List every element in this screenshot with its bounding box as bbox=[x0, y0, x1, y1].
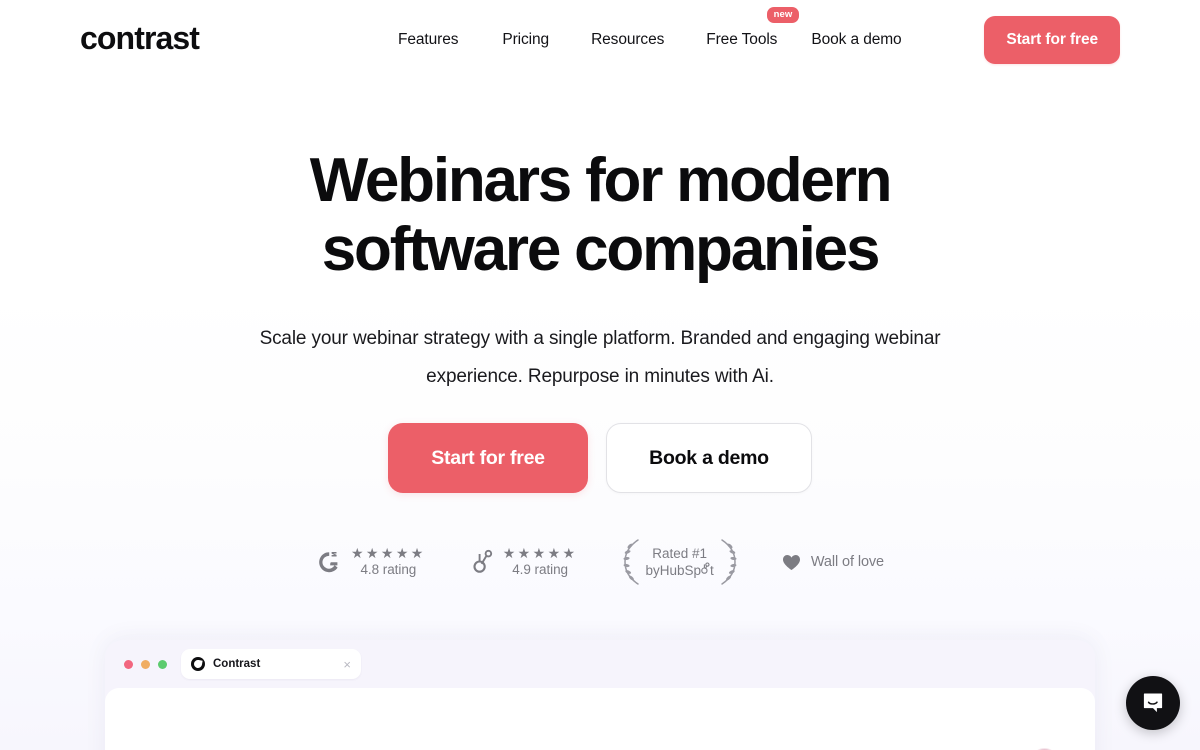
g2-stars: ★★★★★ bbox=[350, 545, 426, 561]
product-browser-mockup: Contrast × Growth Talks bbox=[105, 640, 1095, 750]
intercom-chat-button[interactable] bbox=[1126, 676, 1180, 730]
award-text: Rated #1 by HubSp t bbox=[646, 545, 714, 579]
g2-logo-icon bbox=[316, 549, 342, 575]
header-start-for-free-button[interactable]: Start for free bbox=[984, 16, 1120, 64]
proof-g2[interactable]: ★★★★★ 4.8 rating bbox=[316, 546, 426, 578]
brand-logo-text: contrast bbox=[80, 20, 200, 56]
hero-title: Webinars for modern software companies bbox=[0, 150, 1200, 281]
hero-start-for-free-button[interactable]: Start for free bbox=[388, 423, 588, 493]
hero-book-a-demo-button[interactable]: Book a demo bbox=[606, 423, 812, 493]
browser-tab-title: Contrast bbox=[213, 658, 261, 670]
brand-logo[interactable]: contrast bbox=[80, 20, 200, 56]
browser-tab-contrast[interactable]: Contrast × bbox=[181, 649, 361, 679]
g2-rating-label: 4.8 rating bbox=[360, 562, 417, 577]
laurel-left-icon bbox=[622, 538, 642, 586]
wall-of-love-link[interactable]: Wall of love bbox=[782, 554, 884, 571]
nav-item-resources-label: Resources bbox=[591, 31, 665, 48]
site-header: contrast Features Pricing Resources Free… bbox=[0, 0, 1200, 80]
hero-title-line-1: Webinars for modern bbox=[309, 146, 893, 215]
nav-item-resources[interactable]: Resources bbox=[591, 28, 664, 52]
nav-item-book-a-demo[interactable]: Book a demo bbox=[811, 28, 901, 52]
nav-item-book-a-demo-label: Book a demo bbox=[811, 31, 902, 48]
laurel-right-icon bbox=[718, 538, 738, 586]
close-tab-icon[interactable]: × bbox=[343, 658, 351, 671]
nav-item-free-tools[interactable]: Free Tools new bbox=[706, 7, 800, 52]
award-line-2-suffix: t bbox=[710, 563, 714, 578]
proof-award-rated-1[interactable]: Rated #1 by HubSp t bbox=[622, 538, 738, 586]
mockup-app-viewport: Growth Talks bbox=[105, 688, 1095, 750]
award-line-2: by HubSp t bbox=[646, 562, 714, 579]
hero-title-line-2: software companies bbox=[321, 215, 881, 284]
mockup-titlebar: Contrast × bbox=[105, 640, 1095, 688]
new-badge: new bbox=[766, 7, 800, 23]
minimize-window-dot-icon[interactable] bbox=[141, 659, 150, 669]
nav-item-pricing-label: Pricing bbox=[502, 31, 550, 48]
social-proof-row: ★★★★★ 4.8 rating ★★★★★ 4.9 rating Rated … bbox=[0, 538, 1200, 586]
nav-item-free-tools-label: Free Tools bbox=[706, 31, 778, 48]
page-root: contrast Features Pricing Resources Free… bbox=[0, 0, 1200, 750]
award-line-2-brand: HubSp bbox=[659, 563, 702, 578]
hubspot-sprocket-icon bbox=[701, 562, 710, 574]
nav-item-pricing[interactable]: Pricing bbox=[502, 28, 549, 52]
award-line-2-prefix: by bbox=[645, 563, 660, 578]
close-window-dot-icon[interactable] bbox=[124, 659, 133, 669]
proof-hubspot[interactable]: ★★★★★ 4.9 rating bbox=[470, 546, 578, 578]
maximize-window-dot-icon[interactable] bbox=[158, 659, 167, 669]
award-line-1: Rated #1 bbox=[652, 546, 708, 561]
nav-item-features[interactable]: Features bbox=[398, 28, 458, 52]
hubspot-stars: ★★★★★ bbox=[502, 545, 578, 561]
chat-bubble-icon bbox=[1143, 693, 1163, 713]
window-traffic-lights bbox=[124, 659, 167, 669]
hero-subtitle: Scale your webinar strategy with a singl… bbox=[259, 328, 941, 387]
wall-of-love-label: Wall of love bbox=[810, 554, 885, 570]
contrast-favicon-icon bbox=[191, 657, 205, 671]
main-nav: Features Pricing Resources Free Tools ne… bbox=[398, 7, 902, 52]
hero-cta-group: Start for free Book a demo bbox=[0, 423, 1200, 493]
hubspot-logo-icon bbox=[470, 549, 494, 575]
hubspot-rating-block: ★★★★★ 4.9 rating bbox=[503, 546, 578, 578]
nav-item-features-label: Features bbox=[398, 31, 459, 48]
heart-icon bbox=[782, 554, 801, 571]
g2-rating-block: ★★★★★ 4.8 rating bbox=[351, 546, 426, 578]
hubspot-rating-label: 4.9 rating bbox=[512, 562, 569, 577]
